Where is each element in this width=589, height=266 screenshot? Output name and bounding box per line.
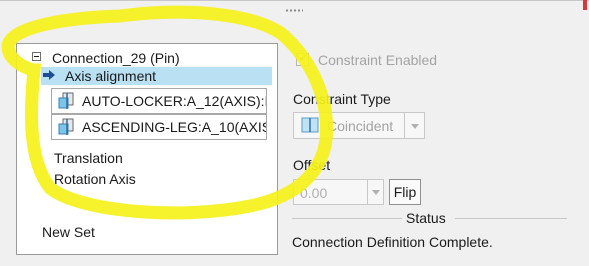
reference-collector-1[interactable]: AUTO-LOCKER:A_12(AXIS):F — [51, 88, 267, 114]
top-border — [0, 0, 589, 1]
constraint-type-value: Coincident — [327, 118, 394, 134]
status-text: Connection Definition Complete. — [292, 234, 493, 250]
reference-collector-2[interactable]: ASCENDING-LEG:A_10(AXIS — [51, 114, 267, 140]
chevron-down-icon[interactable] — [367, 179, 384, 205]
status-title: Status — [406, 210, 446, 226]
offset-label: Offset — [293, 157, 331, 173]
divider — [292, 218, 402, 219]
tree-item-translation[interactable]: Translation — [54, 150, 123, 166]
tree-item-rotation-axis[interactable]: Rotation Axis — [54, 171, 136, 187]
chevron-down-icon[interactable] — [404, 112, 425, 139]
coincident-icon — [301, 117, 319, 133]
constraint-type-label: Constraint Type — [293, 91, 391, 107]
checkmark-icon: ✔ — [298, 50, 309, 65]
tree-item-label: Axis alignment — [65, 68, 157, 84]
offset-value: 0.00 — [300, 185, 328, 201]
axis-part-icon — [58, 92, 74, 109]
arrow-right-icon — [43, 70, 55, 80]
reference-text: ASCENDING-LEG:A_10(AXIS — [82, 119, 267, 135]
new-set-link[interactable]: New Set — [42, 224, 95, 240]
constraint-enabled-label: Constraint Enabled — [318, 52, 438, 68]
collapse-toggle-icon[interactable] — [32, 52, 41, 61]
axis-part-icon — [58, 118, 74, 135]
window-edge — [583, 0, 587, 10]
flip-button[interactable]: Flip — [389, 179, 421, 205]
resize-grip-icon[interactable] — [285, 9, 303, 12]
reference-text: AUTO-LOCKER:A_12(AXIS):F — [82, 93, 267, 109]
divider — [455, 218, 567, 219]
tree-item-connection[interactable]: Connection_29 (Pin) — [52, 50, 180, 66]
